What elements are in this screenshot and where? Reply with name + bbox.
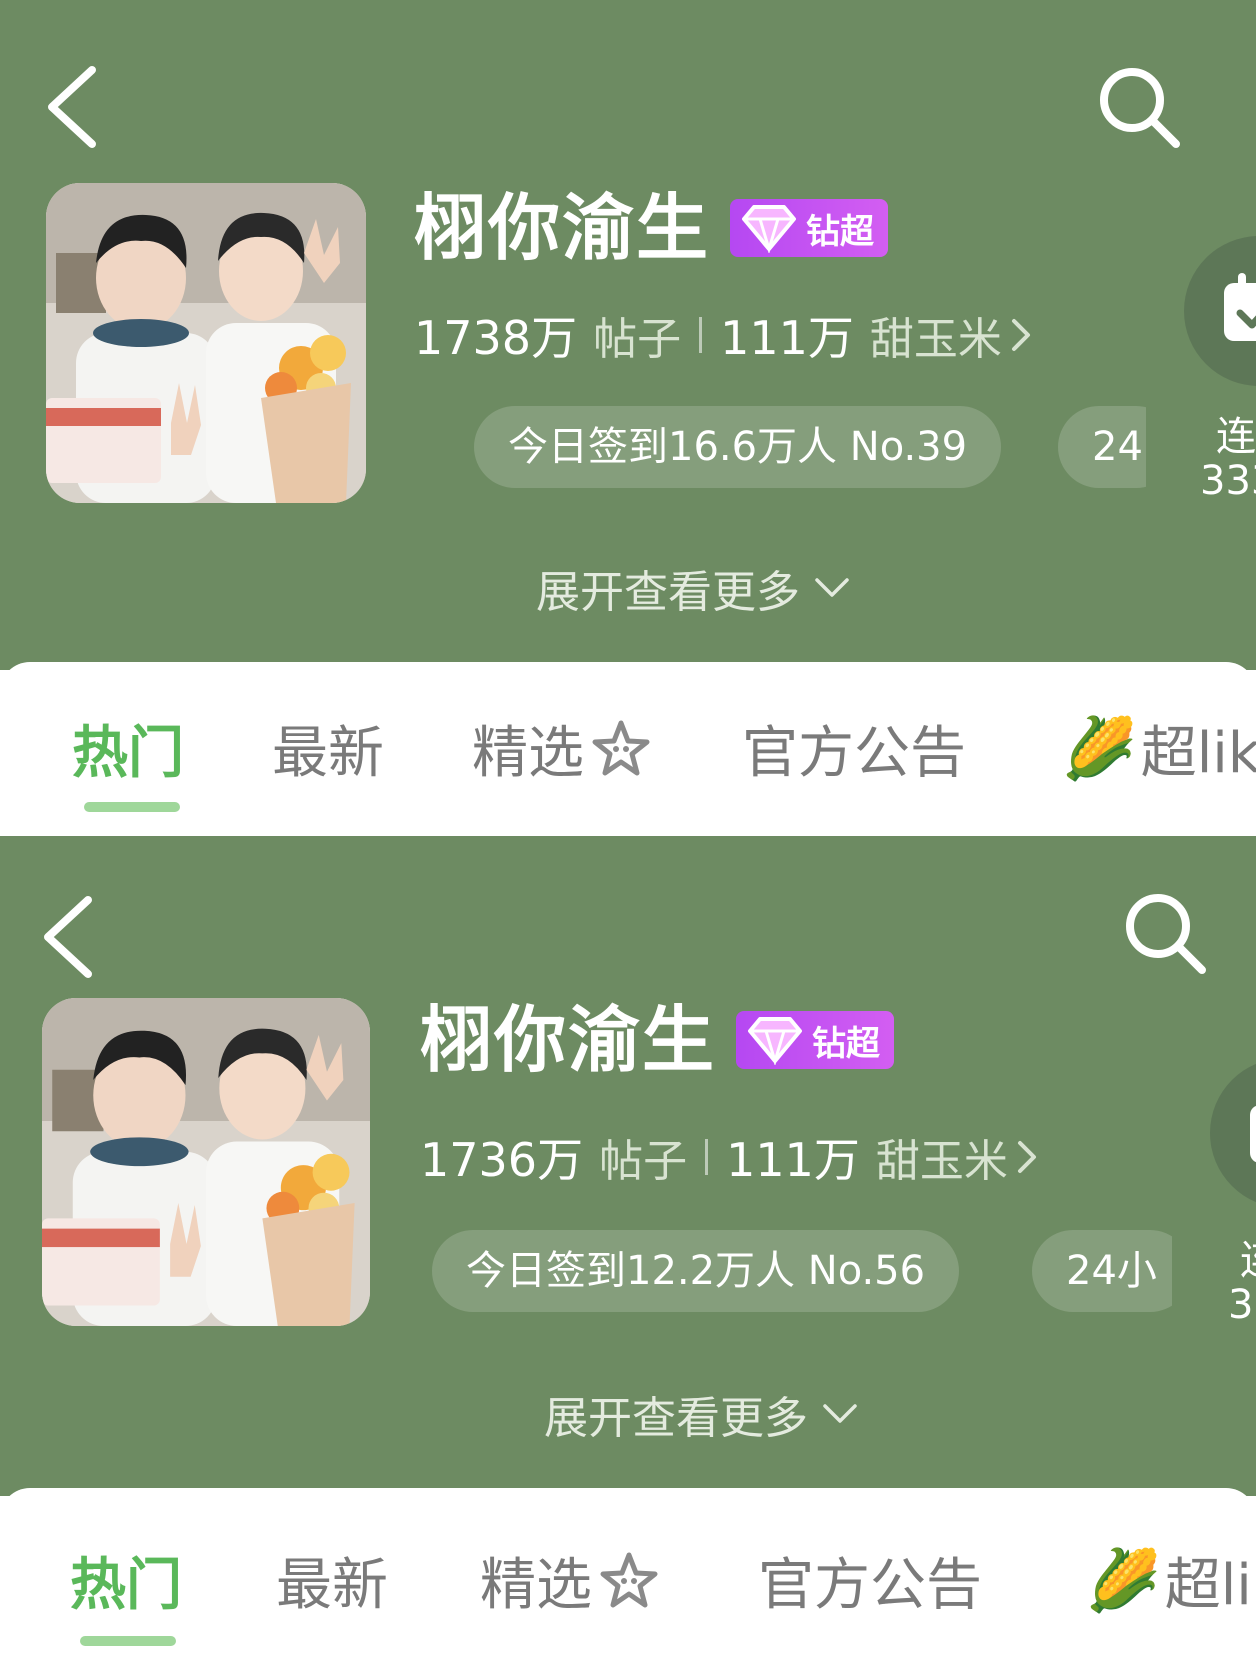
- chevron-right-icon: [1011, 319, 1030, 351]
- topic-title-row: 栩你渝生 钻超: [420, 998, 895, 1082]
- corn-icon: 🌽: [1086, 1546, 1161, 1616]
- chevron-left-icon: [48, 66, 96, 148]
- checkin-button[interactable]: [1210, 1058, 1256, 1208]
- diamond-icon: [748, 1017, 803, 1065]
- star-icon: [592, 720, 650, 775]
- tab-hot[interactable]: 热门: [72, 708, 184, 789]
- active-tab-indicator: [80, 1636, 176, 1646]
- search-button[interactable]: [1094, 62, 1184, 152]
- info-chip-24h[interactable]: 24小: [1032, 1230, 1172, 1312]
- topic-cover-image[interactable]: [46, 183, 366, 503]
- tab-bar: 热门 最新 精选 官方公告 🌽 超lik: [0, 662, 1256, 836]
- stats-divider: [705, 1139, 709, 1175]
- diamond-super-badge[interactable]: 钻超: [730, 199, 889, 257]
- search-icon: [1126, 894, 1206, 974]
- star-icon: [600, 1552, 658, 1607]
- checkin-streak-days: 33: [1228, 1282, 1256, 1328]
- tab-featured[interactable]: 精选: [472, 708, 652, 789]
- tab-super-like-label: 超li: [1164, 1553, 1252, 1618]
- tab-latest[interactable]: 最新: [276, 1540, 388, 1621]
- expand-more-button[interactable]: 展开查看更多: [536, 556, 850, 620]
- tab-announcements[interactable]: 官方公告: [742, 708, 966, 789]
- fans-label: 甜玉米: [869, 314, 1002, 365]
- posts-label: 帖子: [593, 314, 682, 365]
- topic-stats[interactable]: 1738万 帖子 111万 甜玉米: [414, 302, 1034, 368]
- cover-photo: [42, 998, 370, 1326]
- topic-title: 栩你渝生: [420, 998, 717, 1082]
- checkin-widget[interactable]: [1184, 236, 1256, 386]
- posts-count: 1736万: [420, 1133, 584, 1187]
- posts-count: 1738万: [414, 311, 578, 365]
- tab-latest[interactable]: 最新: [272, 708, 384, 789]
- topic-stats[interactable]: 1736万 帖子 111万 甜玉米: [420, 1124, 1040, 1190]
- calendar-check-icon: [1224, 273, 1256, 341]
- checkin-stats-chip[interactable]: 今日签到12.2万人 No.56: [432, 1230, 960, 1312]
- fans-count: 111万: [720, 311, 854, 365]
- info-chip-scroller[interactable]: 今日签到16.6万人 No.39 24: [414, 406, 1146, 488]
- tab-super-like[interactable]: 🌽 超lik: [1062, 708, 1256, 789]
- supertopic-header-screenshot-1: 栩你渝生 钻超 1738万 帖子 111万 甜玉米 今日签到16.6万人 No.…: [0, 0, 1256, 836]
- calendar-check-icon: [1250, 1105, 1256, 1163]
- checkin-stats-chip[interactable]: 今日签到16.6万人 No.39: [474, 406, 1002, 488]
- chevron-down-icon: [823, 1404, 857, 1423]
- fans-count: 111万: [726, 1133, 860, 1187]
- tab-featured-label: 精选: [472, 721, 584, 786]
- corn-icon: 🌽: [1062, 714, 1137, 784]
- search-icon: [1100, 68, 1180, 148]
- tab-bar: 热门 最新 精选 官方公告 🌽 超li: [0, 1488, 1256, 1674]
- diamond-super-badge[interactable]: 钻超: [736, 1011, 895, 1069]
- chevron-right-icon: [1017, 1141, 1036, 1173]
- posts-label: 帖子: [599, 1136, 688, 1187]
- topic-cover-image[interactable]: [42, 998, 370, 1326]
- checkin-widget[interactable]: [1210, 1058, 1256, 1208]
- topic-title: 栩你渝生: [414, 186, 711, 270]
- search-button[interactable]: [1120, 888, 1210, 978]
- checkin-streak-days: 333: [1200, 458, 1256, 504]
- diamond-icon: [742, 205, 797, 253]
- cover-photo: [46, 183, 366, 503]
- checkin-streak-label: 连: [1216, 414, 1256, 460]
- stats-divider: [699, 317, 703, 353]
- expand-label: 展开查看更多: [544, 1393, 808, 1444]
- tab-featured[interactable]: 精选: [480, 1540, 660, 1621]
- info-chip-24h[interactable]: 24: [1058, 406, 1146, 488]
- tab-featured-label: 精选: [480, 1553, 592, 1618]
- tab-hot[interactable]: 热门: [70, 1540, 182, 1621]
- active-tab-indicator: [84, 802, 180, 812]
- chevron-left-icon: [44, 896, 92, 978]
- supertopic-header-screenshot-2: 栩你渝生 钻超 1736万 帖子 111万 甜玉米 今日签到12.2万人 No.…: [0, 836, 1256, 1674]
- back-button[interactable]: [40, 62, 110, 152]
- back-button[interactable]: [36, 892, 106, 982]
- checkin-streak-label: 连: [1240, 1228, 1256, 1286]
- checkin-button[interactable]: [1184, 236, 1256, 386]
- tab-super-like[interactable]: 🌽 超li: [1086, 1540, 1252, 1621]
- badge-label: 钻超: [812, 1023, 881, 1064]
- info-chip-scroller[interactable]: 今日签到12.2万人 No.56 24小: [420, 1230, 1172, 1312]
- fans-label: 甜玉米: [875, 1136, 1008, 1187]
- badge-label: 钻超: [806, 211, 875, 252]
- tab-super-like-label: 超lik: [1140, 721, 1256, 786]
- expand-more-button[interactable]: 展开查看更多: [544, 1382, 858, 1446]
- expand-label: 展开查看更多: [536, 567, 800, 618]
- topic-title-row: 栩你渝生 钻超: [414, 186, 889, 270]
- tab-announcements[interactable]: 官方公告: [758, 1540, 982, 1621]
- chevron-down-icon: [815, 578, 849, 597]
